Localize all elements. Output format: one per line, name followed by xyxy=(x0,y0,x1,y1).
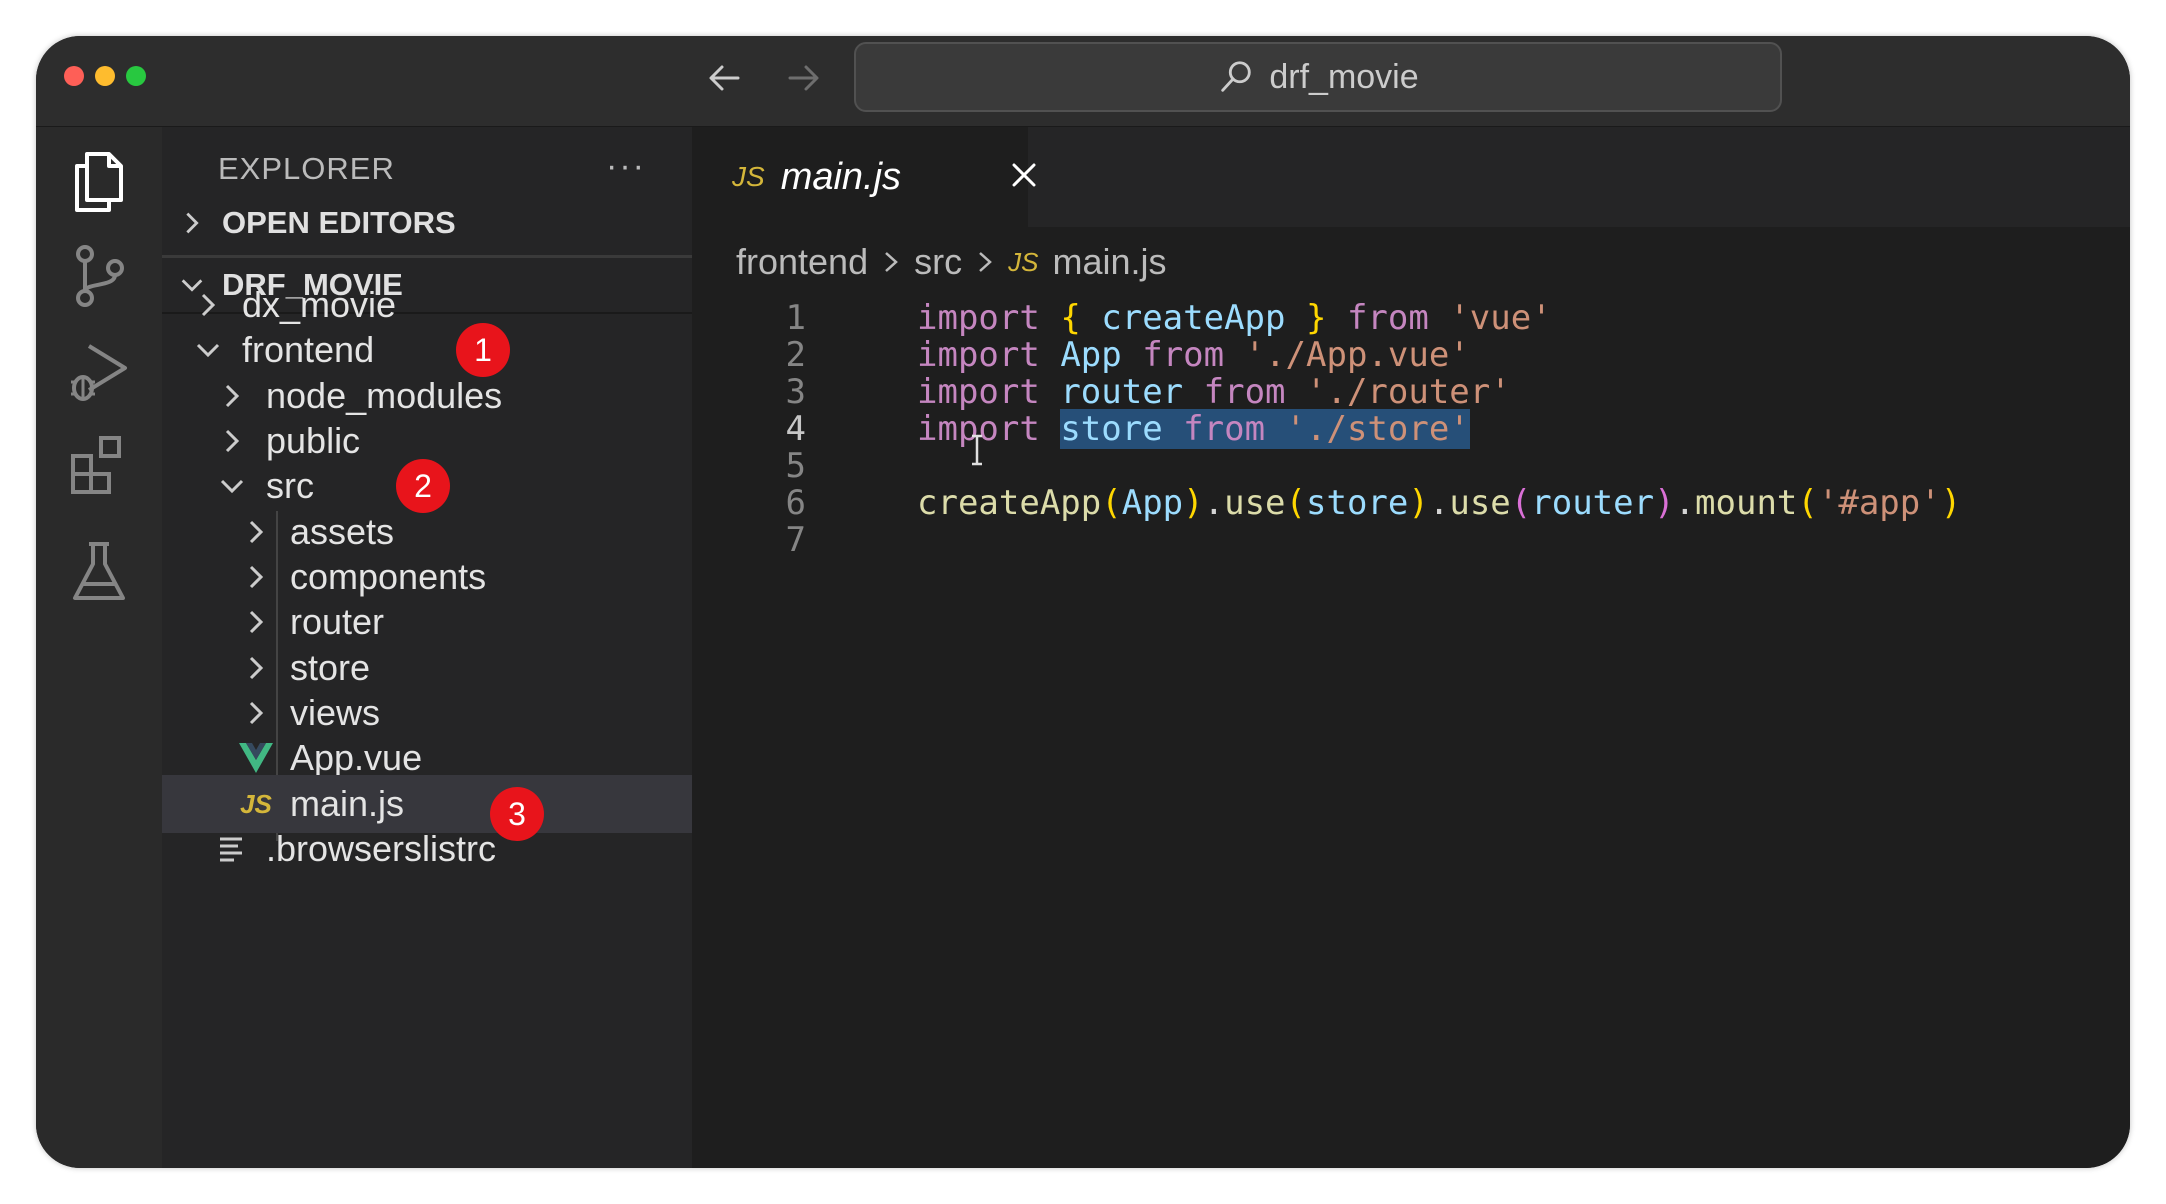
open-editors-label: OPEN EDITORS xyxy=(222,205,456,240)
chevron-right-icon xyxy=(236,517,276,547)
minimize-window-button[interactable] xyxy=(95,66,115,86)
explorer-sidebar: EXPLORER ··· OPEN EDITORS DRF_MOVIE dx_m… xyxy=(162,127,692,1168)
vscode-window: drf_movie EXPLORER ··· OPEN EDITORS DRF_… xyxy=(36,36,2130,1168)
tree-item-label: public xyxy=(266,420,361,461)
tree-item-label: frontend xyxy=(242,329,375,370)
vue-file-icon xyxy=(236,742,276,774)
breadcrumb-item-frontend[interactable]: frontend xyxy=(736,241,868,283)
js-file-icon: JS xyxy=(1008,246,1039,277)
chevron-down-icon xyxy=(212,471,252,501)
arrow-left-icon xyxy=(709,65,740,91)
chevron-right-icon xyxy=(236,698,276,728)
run-debug-button[interactable] xyxy=(54,325,144,415)
close-window-button[interactable] xyxy=(64,66,84,86)
js-file-icon: JS xyxy=(732,161,765,192)
command-center-label: drf_movie xyxy=(1269,57,1419,96)
tree-item-label: store xyxy=(290,647,371,688)
tree-item-label: App.vue xyxy=(290,737,423,778)
tree-item-label: views xyxy=(290,692,381,733)
tab-title: main.js xyxy=(780,155,902,198)
tree-item-label: router xyxy=(290,601,385,642)
explorer-button[interactable] xyxy=(54,137,144,227)
chevron-down-icon xyxy=(188,335,228,365)
editor-tabs: JS main.js xyxy=(692,127,2130,227)
zoom-window-button[interactable] xyxy=(126,66,146,86)
tree-item-label: src xyxy=(266,465,314,506)
breadcrumb-item-main-js[interactable]: main.js xyxy=(1052,241,1166,283)
text-file-icon xyxy=(212,834,252,864)
source-control-button[interactable] xyxy=(54,231,144,321)
testing-icon xyxy=(73,542,125,600)
command-center-search[interactable]: drf_movie xyxy=(854,42,1782,112)
chevron-right-icon xyxy=(885,252,898,272)
breadcrumb: frontend src JS main.js xyxy=(736,237,1166,287)
extensions-icon xyxy=(71,436,121,494)
sidebar-title: EXPLORER xyxy=(218,151,395,186)
sidebar-more-actions[interactable]: ··· xyxy=(606,147,646,186)
chevron-right-icon xyxy=(212,381,252,411)
code-line: 7 xyxy=(692,514,2130,565)
tree-item-label: node_modules xyxy=(266,375,503,416)
tree-item-browserslistrc[interactable]: .browserslistrc xyxy=(162,820,692,878)
extensions-button[interactable] xyxy=(54,419,144,509)
search-icon xyxy=(1221,61,1252,92)
chevron-right-icon xyxy=(979,252,992,272)
editor-area: JS main.js frontend src JS main.js 1 imp… xyxy=(692,127,2130,1168)
tree-item-label: .browserslistrc xyxy=(266,828,497,869)
activity-bar xyxy=(36,127,162,1168)
go-back-button[interactable] xyxy=(696,50,752,106)
close-icon xyxy=(1012,163,1036,187)
js-file-icon: JS xyxy=(240,788,272,819)
chevron-right-icon xyxy=(188,290,228,320)
open-editors-section[interactable]: OPEN EDITORS xyxy=(162,196,692,250)
line-number: 7 xyxy=(785,519,806,560)
source-control-icon xyxy=(76,245,124,307)
chevron-right-icon xyxy=(236,562,276,592)
arrow-right-icon xyxy=(788,65,819,91)
go-forward-button[interactable] xyxy=(776,50,832,106)
text-cursor-icon xyxy=(972,434,982,466)
chevron-right-icon xyxy=(236,607,276,637)
tab-main-js[interactable]: JS main.js xyxy=(692,127,1036,227)
title-bar: drf_movie xyxy=(36,36,2130,127)
testing-button[interactable] xyxy=(54,527,144,617)
chevron-right-icon xyxy=(172,209,212,237)
tree-item-label: assets xyxy=(290,511,395,552)
close-tab-button[interactable] xyxy=(1004,155,1044,195)
breadcrumb-item-src[interactable]: src xyxy=(914,241,962,283)
tree-item-label: main.js xyxy=(290,783,405,824)
chevron-right-icon xyxy=(236,653,276,683)
chevron-right-icon xyxy=(212,426,252,456)
tree-item-label: components xyxy=(290,556,487,597)
explorer-icon xyxy=(75,152,123,212)
run-debug-icon xyxy=(71,344,127,401)
tree-item-label: dx_movie xyxy=(242,284,397,325)
